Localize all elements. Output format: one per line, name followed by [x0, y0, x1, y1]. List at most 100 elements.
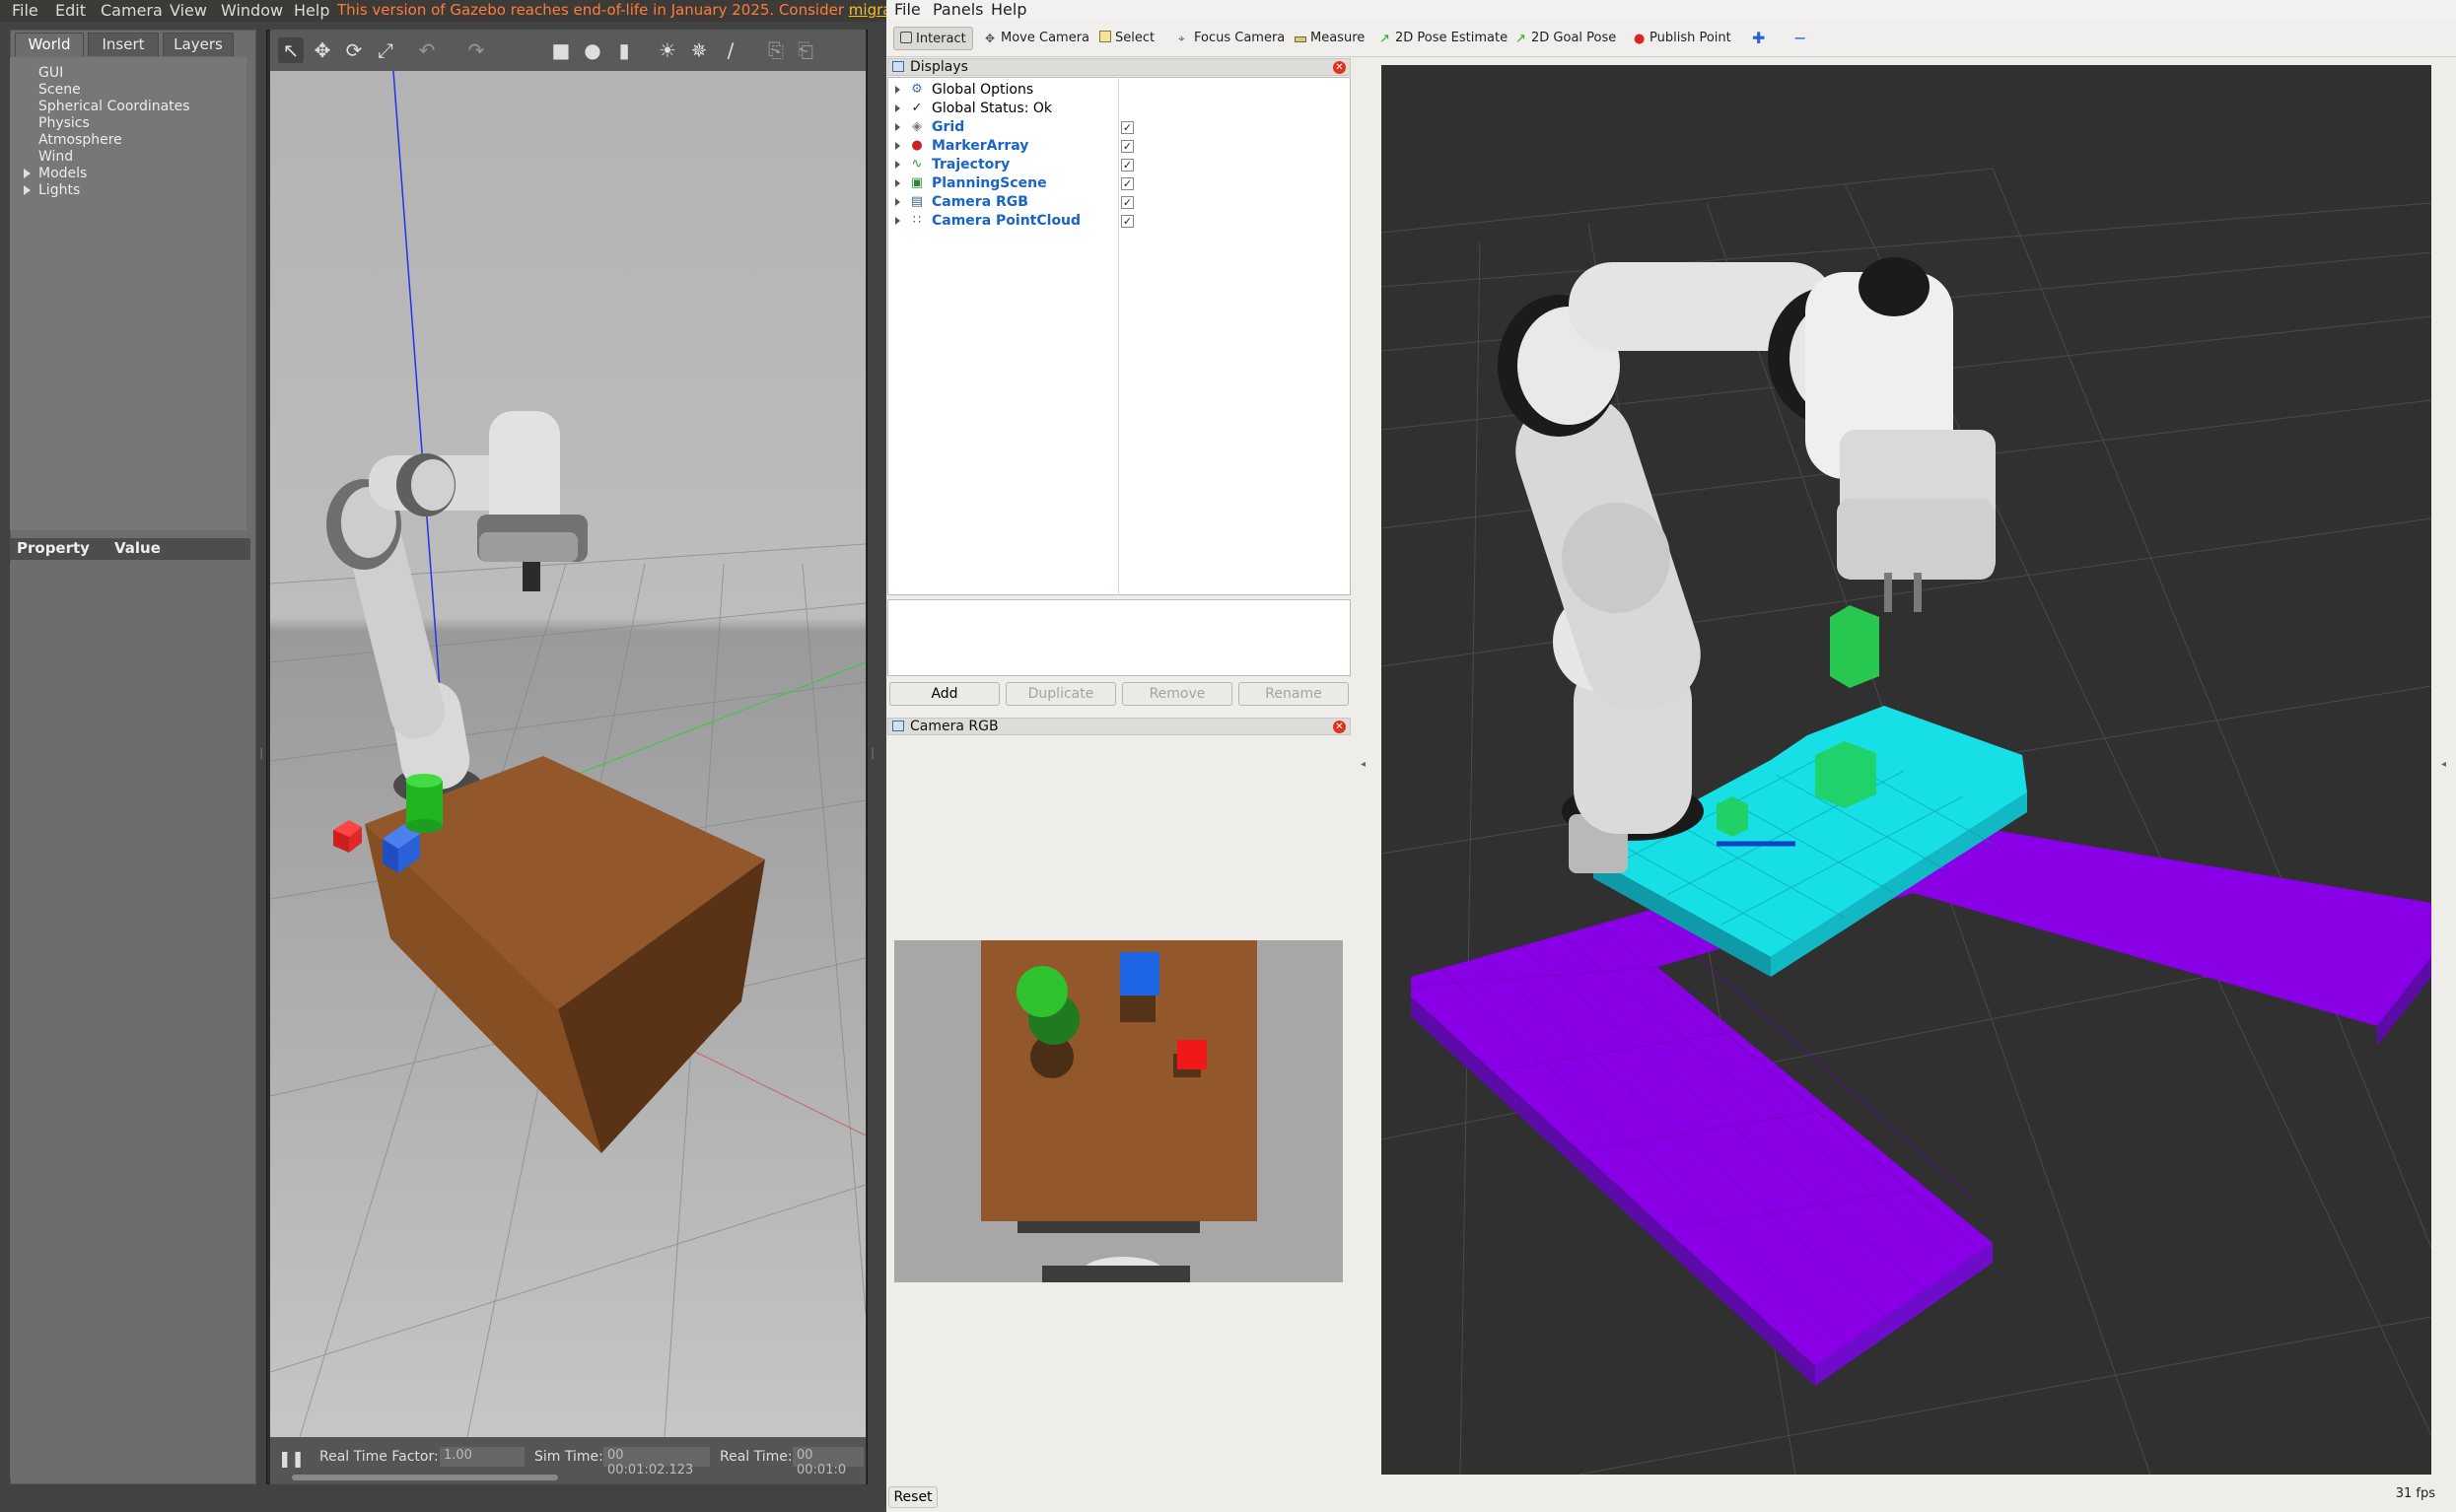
expand-lights-icon[interactable] — [24, 185, 31, 195]
rv-menu-help[interactable]: Help — [991, 0, 1026, 19]
gear-icon: ⚙ — [911, 82, 923, 97]
tree-item-physics[interactable]: Physics — [38, 115, 90, 131]
focus-camera-tool-button[interactable]: ⌖ Focus Camera — [1172, 27, 1291, 50]
rviz-3d-view[interactable] — [1380, 65, 2432, 1476]
fps-counter: 31 fps — [2395, 1486, 2435, 1501]
gz-menu-camera[interactable]: Camera — [101, 1, 163, 20]
tree-item-atmosphere[interactable]: Atmosphere — [38, 132, 122, 148]
display-trajectory[interactable]: ∿ Trajectory ✓ — [888, 156, 1342, 174]
view-left-collapse-icon[interactable]: ◂ — [1361, 759, 1370, 779]
gz-menu-file[interactable]: File — [12, 1, 38, 20]
gazebo-3d-scene[interactable] — [269, 70, 867, 1438]
expand-arrow-icon[interactable] — [895, 217, 900, 225]
scale-mode-icon[interactable]: ⤢ — [373, 37, 398, 63]
display-enabled-checkbox[interactable]: ✓ — [1121, 121, 1134, 134]
cylinder-shape-icon[interactable]: ▮ — [611, 37, 637, 63]
close-displays-icon[interactable]: ✕ — [1333, 61, 1346, 74]
redo-icon[interactable]: ↷ — [463, 37, 489, 63]
paste-icon[interactable]: ⎗ — [793, 37, 818, 63]
real-time-label: Real Time: — [720, 1449, 793, 1465]
select-mode-icon[interactable]: ↖ — [278, 37, 304, 63]
pause-icon[interactable]: ❚❚ — [278, 1449, 305, 1468]
property-column-header: Property — [17, 539, 90, 557]
gz-menu-edit[interactable]: Edit — [55, 1, 86, 20]
tree-item-gui[interactable]: GUI — [38, 65, 63, 81]
focus-camera-icon: ⌖ — [1178, 32, 1185, 45]
rotate-mode-icon[interactable]: ⟳ — [341, 37, 367, 63]
expand-models-icon[interactable] — [24, 169, 31, 178]
point-light-icon[interactable]: ☀ — [655, 37, 680, 63]
add-tool-icon[interactable]: ✚ — [1746, 27, 1771, 50]
display-name: MarkerArray — [932, 138, 1029, 154]
publish-point-tool-button[interactable]: ● Publish Point — [1628, 27, 1737, 50]
expand-arrow-icon[interactable] — [895, 179, 900, 187]
displays-column-divider — [1118, 77, 1119, 595]
gz-status-scrollbar[interactable] — [292, 1475, 558, 1480]
display-markerarray[interactable]: ● MarkerArray ✓ — [888, 137, 1342, 156]
display-enabled-checkbox[interactable]: ✓ — [1121, 196, 1134, 209]
select-tool-button[interactable]: Select — [1093, 27, 1160, 50]
copy-icon[interactable]: ⎘ — [763, 37, 789, 63]
expand-arrow-icon[interactable] — [895, 104, 900, 112]
gz-menu-help[interactable]: Help — [294, 1, 329, 20]
grid-icon: ◈ — [912, 119, 922, 134]
camera-panel-title: Camera RGB — [910, 719, 999, 734]
expand-arrow-icon[interactable] — [895, 123, 900, 131]
tab-layers[interactable]: Layers — [163, 33, 234, 56]
tree-item-lights[interactable]: Lights — [38, 182, 80, 198]
display-planningscene[interactable]: ▣ PlanningScene ✓ — [888, 174, 1342, 193]
tab-world[interactable]: World — [15, 33, 84, 56]
expand-arrow-icon[interactable] — [895, 86, 900, 94]
rtf-label: Real Time Factor: — [319, 1449, 439, 1465]
display-grid[interactable]: ◈ Grid ✓ — [888, 118, 1342, 137]
rv-menu-file[interactable]: File — [894, 0, 921, 19]
sphere-shape-icon[interactable]: ● — [580, 37, 605, 63]
pose-estimate-tool-button[interactable]: ↗ 2D Pose Estimate — [1373, 27, 1513, 50]
display-camera-pointcloud[interactable]: ∷ Camera PointCloud ✓ — [888, 212, 1342, 231]
gz-menu-window[interactable]: Window — [221, 1, 283, 20]
pointcloud-icon: ∷ — [912, 213, 922, 228]
tab-insert[interactable]: Insert — [88, 33, 159, 56]
display-enabled-checkbox[interactable]: ✓ — [1121, 177, 1134, 190]
display-camera-rgb[interactable]: ▤ Camera RGB ✓ — [888, 193, 1342, 212]
rv-menu-panels[interactable]: Panels — [933, 0, 984, 19]
real-time-value: 00 00:01:0 — [793, 1447, 864, 1478]
gz-menu-view[interactable]: View — [170, 1, 207, 20]
rename-display-button[interactable]: Rename — [1238, 682, 1349, 706]
tree-item-spherical-coordinates[interactable]: Spherical Coordinates — [38, 99, 190, 114]
select-label: Select — [1115, 31, 1156, 45]
view-right-collapse-icon[interactable]: ◂ — [2441, 759, 2451, 779]
directional-light-icon[interactable]: ∕ — [718, 37, 743, 63]
goal-pose-tool-button[interactable]: ↗ 2D Goal Pose — [1509, 27, 1622, 50]
move-camera-label: Move Camera — [1001, 31, 1090, 45]
display-global-status[interactable]: ✓ Global Status: Ok — [888, 100, 1342, 118]
display-global-options[interactable]: ⚙ Global Options — [888, 81, 1342, 100]
move-camera-tool-button[interactable]: ✥ Move Camera — [979, 27, 1095, 50]
remove-tool-icon[interactable]: − — [1788, 27, 1812, 50]
expand-arrow-icon[interactable] — [895, 198, 900, 206]
display-enabled-checkbox[interactable]: ✓ — [1121, 159, 1134, 172]
spot-light-icon[interactable]: ✵ — [686, 37, 712, 63]
display-enabled-checkbox[interactable]: ✓ — [1121, 140, 1134, 153]
right-splitter-handle[interactable]: │ — [870, 749, 876, 769]
tree-item-scene[interactable]: Scene — [38, 82, 81, 98]
close-camera-panel-icon[interactable]: ✕ — [1333, 721, 1346, 733]
tree-item-models[interactable]: Models — [38, 166, 87, 181]
reset-button[interactable]: Reset — [888, 1486, 938, 1508]
expand-arrow-icon[interactable] — [895, 142, 900, 150]
translate-mode-icon[interactable]: ✥ — [310, 37, 335, 63]
tree-item-wind[interactable]: Wind — [38, 149, 73, 165]
display-enabled-checkbox[interactable]: ✓ — [1121, 215, 1134, 228]
select-icon — [1099, 31, 1111, 42]
undo-icon[interactable]: ↶ — [414, 37, 440, 63]
left-splitter-handle[interactable]: │ — [258, 749, 264, 769]
duplicate-display-button[interactable]: Duplicate — [1006, 682, 1116, 706]
remove-display-button[interactable]: Remove — [1122, 682, 1232, 706]
interact-tool-button[interactable]: Interact — [893, 27, 973, 50]
measure-label: Measure — [1310, 31, 1366, 45]
add-display-button[interactable]: Add — [889, 682, 1000, 706]
box-shape-icon[interactable]: ■ — [548, 37, 574, 63]
expand-arrow-icon[interactable] — [895, 161, 900, 169]
eol-warning: This version of Gazebo reaches end-of-li… — [337, 1, 950, 19]
measure-tool-button[interactable]: Measure — [1289, 27, 1370, 50]
